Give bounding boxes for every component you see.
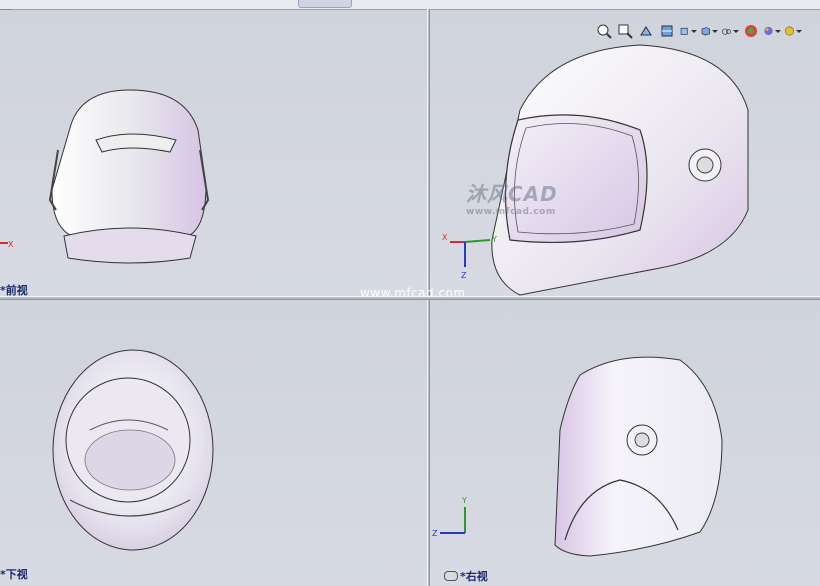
mfcad-logo-watermark: 沐风CAD www.mfcad.com bbox=[466, 182, 558, 217]
edit-appearance-icon[interactable] bbox=[742, 22, 760, 40]
svg-text:X: X bbox=[442, 233, 448, 242]
view-link-icon bbox=[444, 571, 458, 581]
view-settings-icon[interactable] bbox=[784, 22, 802, 40]
iso-axis-triad: X Y Z bbox=[442, 233, 497, 280]
helmet-right-view bbox=[554, 356, 723, 557]
display-style-icon[interactable] bbox=[700, 22, 718, 40]
front-axis-triad: X bbox=[0, 240, 14, 249]
viewport-bottom-left[interactable]: *下视 bbox=[0, 300, 427, 586]
svg-text:Z: Z bbox=[432, 529, 438, 538]
viewport-top-left[interactable]: X *前视 bbox=[0, 10, 427, 296]
helmet-bottom-view bbox=[52, 349, 214, 551]
zoom-to-fit-icon[interactable] bbox=[595, 22, 613, 40]
svg-text:X: X bbox=[8, 240, 14, 249]
view-label-right: *右视 bbox=[460, 570, 488, 583]
svg-text:Y: Y bbox=[491, 235, 497, 244]
zoom-to-area-icon[interactable] bbox=[616, 22, 634, 40]
center-url-watermark: www.mfcad.com bbox=[360, 286, 466, 300]
helmet-front-view bbox=[48, 89, 210, 264]
previous-view-icon[interactable] bbox=[637, 22, 655, 40]
svg-text:Y: Y bbox=[461, 496, 467, 505]
view-label-bottom: *下视 bbox=[0, 568, 28, 581]
section-view-icon[interactable] bbox=[658, 22, 676, 40]
apply-scene-icon[interactable] bbox=[763, 22, 781, 40]
viewport-top-right[interactable]: X Y Z bbox=[430, 10, 820, 296]
top-tab-bar bbox=[0, 0, 820, 10]
view-heads-up-toolbar bbox=[595, 22, 802, 40]
view-label-front: *前视 bbox=[0, 284, 28, 296]
tab-scroll-thumb[interactable] bbox=[298, 0, 352, 8]
viewport-bottom-right[interactable]: Y Z *右视 bbox=[430, 300, 820, 586]
svg-text:Z: Z bbox=[461, 271, 467, 280]
right-axis-triad: Y Z bbox=[432, 496, 467, 538]
view-orientation-icon[interactable] bbox=[679, 22, 697, 40]
hide-show-icon[interactable] bbox=[721, 22, 739, 40]
